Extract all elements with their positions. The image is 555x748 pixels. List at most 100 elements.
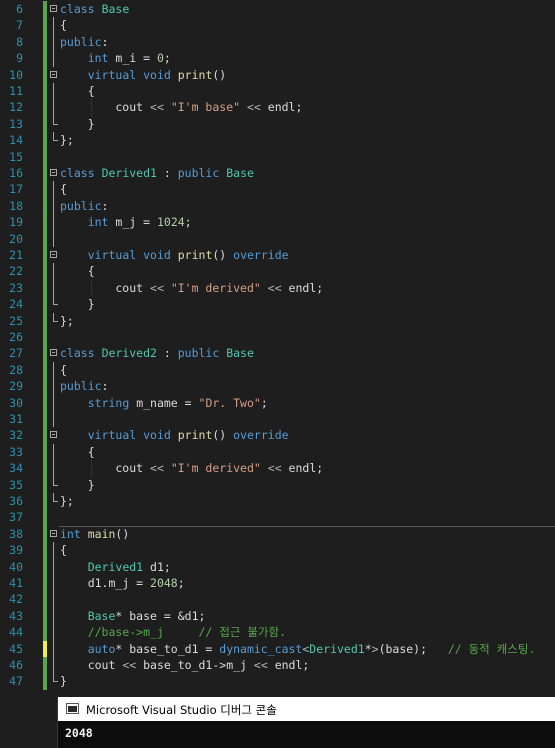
saved-change-marker <box>43 542 47 559</box>
code-line[interactable]: 14}; <box>0 132 555 149</box>
code-line[interactable]: 29 public: <box>0 378 555 395</box>
code-line[interactable]: 26 <box>0 329 555 346</box>
saved-change-marker <box>43 329 47 346</box>
collapse-icon[interactable] <box>50 529 57 537</box>
outline-gutter <box>49 1 59 17</box>
code-token: << <box>247 100 261 115</box>
code-text: int m_j = 1024; <box>60 214 192 230</box>
code-token: "I'm derived" <box>170 461 261 476</box>
saved-change-marker <box>43 99 47 116</box>
outline-gutter <box>49 132 59 148</box>
code-line[interactable]: 11 { <box>0 83 555 100</box>
line-number: 8 <box>16 34 23 49</box>
code-token: base_to_d1-> <box>136 658 227 672</box>
code-line[interactable]: 25}; <box>0 312 555 329</box>
outline-gutter <box>49 460 59 477</box>
code-line[interactable]: 33 { <box>0 443 555 461</box>
collapse-icon[interactable] <box>50 431 57 439</box>
code-token: endl; <box>281 280 324 295</box>
outline-gutter <box>49 640 59 657</box>
code-token: string <box>87 395 130 410</box>
code-line[interactable]: 24 } <box>0 296 555 313</box>
code-line[interactable]: 37 <box>0 509 555 526</box>
line-number: 17 <box>9 182 23 197</box>
code-line[interactable]: 18 public: <box>0 197 555 215</box>
code-line[interactable]: 15 <box>0 148 555 165</box>
code-token: > <box>371 641 379 656</box>
code-line[interactable]: 20 <box>0 230 555 247</box>
code-token: 2048 <box>150 576 178 590</box>
code-line[interactable]: 46 cout << base_to_d1->m_j << endl; <box>0 657 555 674</box>
code-line[interactable]: 22 { <box>0 263 555 280</box>
code-line[interactable]: 38 int main() <box>0 525 555 543</box>
code-token: 0 <box>156 51 164 66</box>
code-line[interactable]: 9 int m_i = 0; <box>0 50 555 67</box>
code-line[interactable]: 35 } <box>0 476 555 493</box>
code-line[interactable]: 16 class Derived1 : public Base <box>0 165 555 182</box>
collapse-icon[interactable] <box>50 70 57 78</box>
code-line[interactable]: 12 cout << "I'm base" << endl; <box>0 99 555 116</box>
code-line[interactable]: 23 cout << "I'm derived" << endl; <box>0 279 555 297</box>
code-editor[interactable]: 6 class Base 7{8 public: 9 int m_i = 0; 10 vi… <box>0 0 555 692</box>
code-token: << <box>122 658 137 672</box>
code-token: Base <box>87 608 116 623</box>
code-line[interactable]: 8 public: <box>0 33 555 51</box>
code-line[interactable]: 34 cout << "I'm derived" << endl; <box>0 460 555 477</box>
code-text: virtual void print() override <box>60 427 289 443</box>
line-number: 42 <box>9 592 23 607</box>
code-token: << <box>150 461 164 476</box>
code-line[interactable]: 47} <box>0 673 555 690</box>
saved-change-marker <box>43 443 47 461</box>
collapse-icon[interactable] <box>50 169 57 176</box>
code-token: // 동적 캐스팅. <box>447 641 536 656</box>
code-line[interactable]: 21 virtual void print() override <box>0 247 555 264</box>
code-line[interactable]: 6 class Base <box>0 1 555 18</box>
collapse-icon[interactable] <box>50 251 57 258</box>
function-separator <box>59 525 555 527</box>
outline-gutter <box>49 443 59 461</box>
console-title-bar[interactable]: Microsoft Visual Studio 디버그 콘솔 <box>58 697 555 721</box>
code-line[interactable]: 31 <box>0 411 555 428</box>
code-line[interactable]: 45 auto* base_to_d1 = dynamic_cast<Deriv… <box>0 640 555 657</box>
code-line[interactable]: 42 <box>0 591 555 608</box>
collapse-icon[interactable] <box>50 349 57 357</box>
line-number: 18 <box>9 198 23 213</box>
code-line[interactable]: 19 int m_j = 1024; <box>0 214 555 231</box>
code-text: { <box>60 181 67 197</box>
code-token: m_i <box>115 51 137 66</box>
code-line[interactable]: 39 { <box>0 542 555 559</box>
line-number: 11 <box>9 84 23 98</box>
outline-line <box>53 279 54 297</box>
code-line[interactable]: 7{ <box>0 17 555 34</box>
outline-line <box>53 50 54 67</box>
code-token: print <box>177 428 213 443</box>
code-line[interactable]: 41 d1.m_j = 2048; <box>0 575 555 592</box>
code-text: string m_name = "Dr. Two"; <box>60 395 268 411</box>
code-line[interactable]: 28 { <box>0 361 555 379</box>
saved-change-marker <box>43 624 47 641</box>
code-token: "Dr. Two" <box>198 395 261 410</box>
code-line[interactable]: 32 virtual void print() override <box>0 427 555 444</box>
code-token: Derived1 <box>309 641 365 656</box>
code-line[interactable]: 44 //base->m_j // 접근 불가함. <box>0 624 555 641</box>
code-line[interactable]: 40 Derived1 d1; <box>0 558 555 575</box>
code-line[interactable]: 27 class Derived2 : public Base <box>0 345 555 362</box>
collapse-icon[interactable] <box>50 5 57 12</box>
code-line[interactable]: 17 { <box>0 181 555 198</box>
code-line[interactable]: 43 Base* base = &d1; <box>0 607 555 625</box>
code-line[interactable]: 30 string m_name = "Dr. Two"; <box>0 394 555 411</box>
saved-change-marker <box>43 411 47 428</box>
code-token: ; <box>177 576 185 590</box>
code-line[interactable]: 13 } <box>0 115 555 133</box>
debug-console-window[interactable]: Microsoft Visual Studio 디버그 콘솔 2048 <box>57 697 555 748</box>
outline-gutter <box>49 17 59 34</box>
line-number: 12 <box>9 100 23 115</box>
code-token: << <box>150 100 164 115</box>
code-token: }; <box>60 494 74 508</box>
code-line[interactable]: 36}; <box>0 493 555 510</box>
saved-change-marker <box>43 247 47 264</box>
code-line[interactable]: 10 virtual void print() <box>0 66 555 83</box>
